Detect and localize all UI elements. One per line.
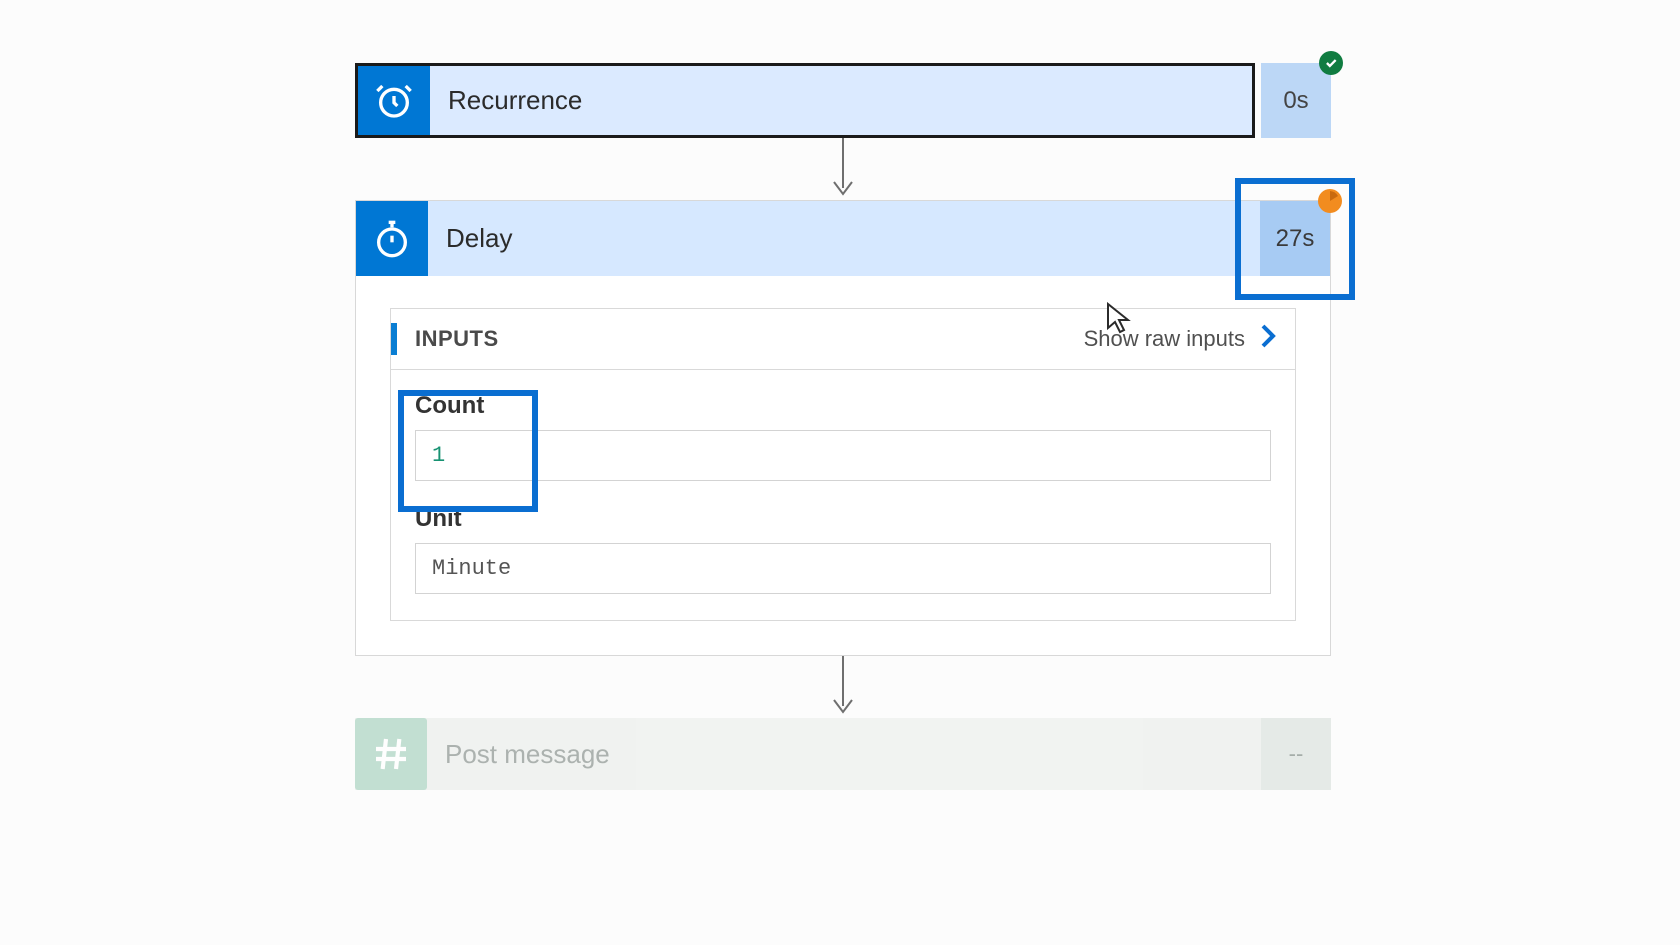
chevron-right-icon [1259, 323, 1277, 355]
count-value: 1 [415, 430, 1271, 481]
delay-body: INPUTS Show raw inputs Count [356, 276, 1330, 655]
delay-step[interactable]: Delay 27s INPUTS Show raw in [355, 200, 1331, 656]
delay-title: Delay [428, 201, 1260, 276]
unit-field: Unit Minute [415, 505, 1271, 594]
inputs-panel: INPUTS Show raw inputs Count [390, 308, 1296, 621]
post-message-step[interactable]: Post message -- [355, 718, 1331, 790]
post-message-title: Post message [427, 718, 1261, 790]
recurrence-duration: 0s [1261, 63, 1331, 138]
count-label: Count [415, 392, 1271, 420]
checkmark-circle-icon [1319, 51, 1343, 75]
hashtag-icon [355, 718, 427, 790]
running-status-icon [1318, 189, 1342, 213]
delay-header[interactable]: Delay 27s [356, 201, 1330, 276]
post-message-duration: -- [1261, 718, 1331, 790]
unit-label: Unit [415, 505, 1271, 533]
inputs-accent [391, 323, 397, 355]
recurrence-duration-text: 0s [1283, 87, 1308, 115]
show-raw-inputs-label: Show raw inputs [1084, 326, 1245, 352]
delay-duration-text: 27s [1276, 225, 1315, 253]
clock-alarm-icon [358, 66, 430, 135]
stopwatch-icon [356, 201, 428, 276]
inputs-header: INPUTS Show raw inputs [391, 309, 1295, 370]
count-field: Count 1 [415, 392, 1271, 481]
delay-duration: 27s [1260, 201, 1330, 276]
recurrence-title: Recurrence [430, 66, 1252, 135]
inputs-title: INPUTS [415, 326, 499, 352]
show-raw-inputs-link[interactable]: Show raw inputs [1084, 323, 1277, 355]
recurrence-step[interactable]: Recurrence 0s [355, 63, 1331, 138]
unit-value: Minute [415, 543, 1271, 594]
arrow-down-icon [355, 656, 1331, 718]
arrow-down-icon [355, 138, 1331, 200]
